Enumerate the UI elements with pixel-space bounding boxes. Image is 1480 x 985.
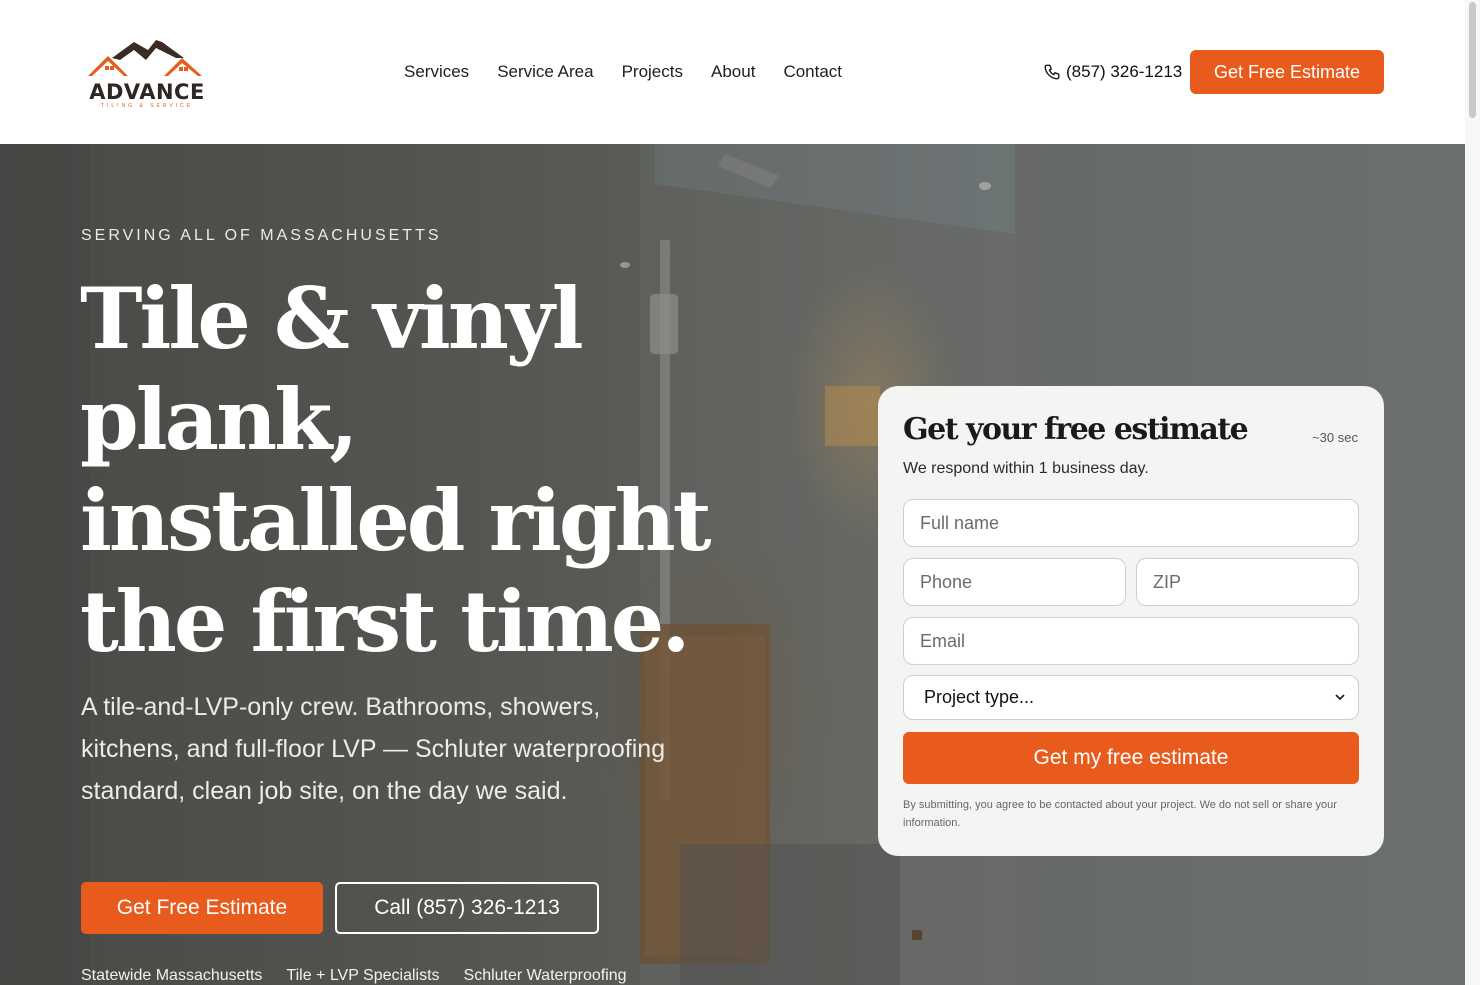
nav-contact[interactable]: Contact	[769, 58, 856, 86]
scrollbar-thumb[interactable]	[1469, 2, 1476, 118]
header-phone-link[interactable]: (857) 326-1213	[1043, 58, 1182, 86]
hero-headline: Tile & vinyl plank, installed right the …	[80, 269, 712, 671]
main-nav: Services Service Area Projects About Con…	[390, 58, 856, 86]
badge-statewide: Statewide Massachusetts	[81, 967, 263, 984]
nav-projects[interactable]: Projects	[608, 58, 697, 86]
submit-estimate-button[interactable]: Get my free estimate	[903, 732, 1359, 784]
project-type-selected: Project type...	[924, 687, 1035, 707]
project-type-select[interactable]: Project type...	[903, 675, 1359, 720]
form-time-hint: ~30 sec	[1312, 430, 1358, 445]
badge-waterproofing: Schluter Waterproofing	[463, 967, 627, 984]
nav-about[interactable]: About	[697, 58, 769, 86]
hero-estimate-button[interactable]: Get Free Estimate	[81, 882, 323, 934]
brand-tagline: TILING & SERVICE	[100, 103, 194, 109]
email-input[interactable]	[903, 617, 1359, 665]
form-title: Get your free estimate	[903, 412, 1249, 447]
header-phone-number: (857) 326-1213	[1066, 62, 1183, 81]
page-scrollbar[interactable]	[1465, 0, 1480, 985]
full-name-input[interactable]	[903, 499, 1359, 547]
header-estimate-button[interactable]: Get Free Estimate	[1190, 50, 1384, 94]
nav-services[interactable]: Services	[390, 58, 483, 86]
chevron-down-icon	[1335, 694, 1345, 701]
trust-badges: Statewide Massachusetts Tile + LVP Speci…	[81, 966, 651, 985]
brand-name: ADVANCE	[89, 80, 205, 104]
site-header: ADVANCE TILING & SERVICE Services Servic…	[0, 0, 1465, 144]
hero-eyebrow: SERVING ALL OF MASSACHUSETTS	[81, 227, 442, 244]
zip-input[interactable]	[1136, 558, 1359, 606]
form-response-note: We respond within 1 business day.	[903, 460, 1149, 477]
hero-subtext: A tile-and-LVP-only crew. Bathrooms, sho…	[81, 693, 666, 805]
hero-section: SERVING ALL OF MASSACHUSETTS Tile & viny…	[0, 144, 1465, 985]
phone-icon	[1044, 64, 1060, 80]
nav-service-area[interactable]: Service Area	[483, 58, 607, 86]
badge-specialists: Tile + LVP Specialists	[286, 967, 440, 984]
brand-logo[interactable]: ADVANCE TILING & SERVICE	[84, 36, 208, 114]
estimate-form-card: Get your free estimate ~30 sec We respon…	[878, 386, 1384, 856]
logo-roof-icon	[88, 40, 202, 76]
hero-call-button[interactable]: Call (857) 326-1213	[335, 882, 599, 934]
phone-input[interactable]	[903, 558, 1126, 606]
form-disclaimer: By submitting, you agree to be contacted…	[903, 799, 1337, 829]
